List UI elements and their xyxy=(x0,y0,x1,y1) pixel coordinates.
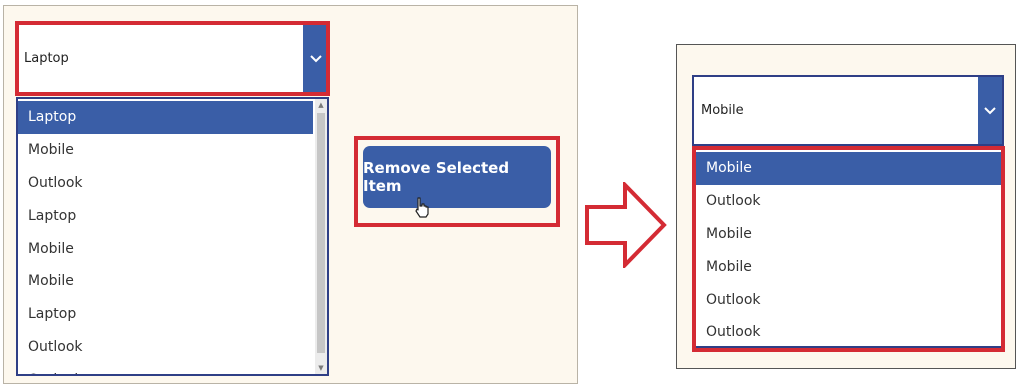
remove-selected-item-button[interactable]: Remove Selected Item xyxy=(363,146,551,208)
list-item[interactable]: Mobile xyxy=(18,265,313,298)
list-item[interactable]: Mobile xyxy=(696,152,1001,185)
list-item[interactable]: Outlook xyxy=(18,363,313,374)
scroll-up-icon[interactable]: ▲ xyxy=(315,99,327,111)
hand-pointer-icon xyxy=(415,197,429,218)
arrow-right-icon xyxy=(585,182,667,268)
right-dropdown-toggle[interactable] xyxy=(978,77,1002,144)
scrollbar-thumb[interactable] xyxy=(317,113,325,353)
scrollbar[interactable]: ▲ ▼ xyxy=(315,99,327,374)
list-item[interactable]: Mobile xyxy=(18,232,313,265)
chevron-down-icon xyxy=(310,54,322,62)
list-item[interactable]: Outlook xyxy=(696,316,1001,346)
list-item[interactable]: Outlook xyxy=(696,185,1001,218)
chevron-down-icon xyxy=(984,106,996,114)
right-dropdown[interactable]: Mobile xyxy=(692,75,1004,146)
list-item[interactable]: Mobile xyxy=(18,134,313,167)
list-item[interactable]: Mobile xyxy=(696,218,1001,251)
list-item[interactable]: Mobile xyxy=(696,250,1001,283)
left-dropdown-value: Laptop xyxy=(24,51,69,66)
left-dropdown-list[interactable]: Laptop Mobile Outlook Laptop Mobile Mobi… xyxy=(16,97,329,376)
left-dropdown-toggle[interactable] xyxy=(303,22,329,95)
left-dropdown[interactable]: Laptop xyxy=(15,21,330,96)
list-item[interactable]: Outlook xyxy=(696,283,1001,316)
scroll-down-icon[interactable]: ▼ xyxy=(315,362,327,374)
list-item[interactable]: Outlook xyxy=(18,167,313,200)
right-dropdown-value: Mobile xyxy=(701,103,744,118)
list-item[interactable]: Laptop xyxy=(18,101,313,134)
right-dropdown-list[interactable]: Mobile Outlook Mobile Mobile Outlook Out… xyxy=(694,148,1003,348)
list-item[interactable]: Laptop xyxy=(18,199,313,232)
list-item[interactable]: Outlook xyxy=(18,331,313,364)
list-item[interactable]: Laptop xyxy=(18,298,313,331)
